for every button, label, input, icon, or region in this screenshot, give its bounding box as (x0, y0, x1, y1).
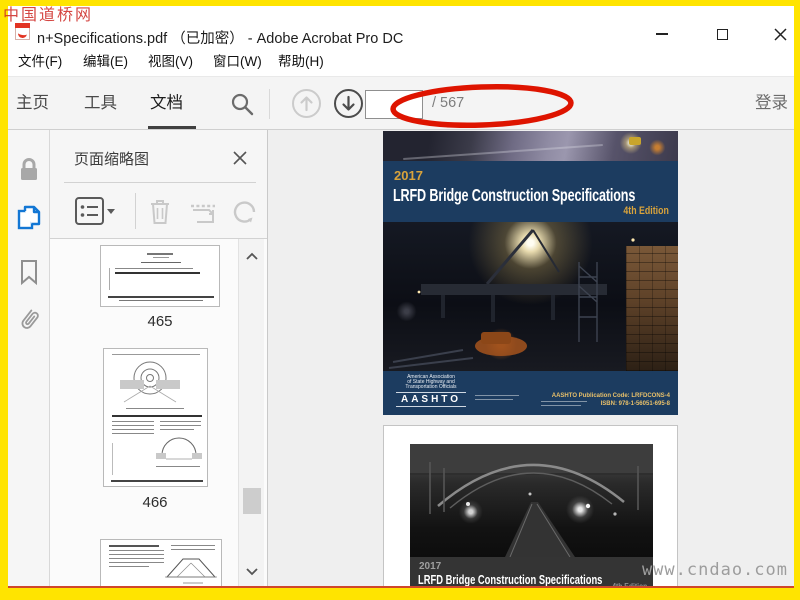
options-menu-icon (75, 197, 115, 225)
cover-year: 2017 (394, 168, 423, 183)
toolbar: 主页 工具 文档 / 567 登录 (8, 76, 794, 130)
menu-edit[interactable]: 编辑(E) (79, 50, 132, 76)
next-page-button[interactable] (333, 88, 364, 124)
panel-toolbar (50, 183, 267, 238)
acrobat-window: n+Specifications.pdf （已加密） - Adobe Acrob… (8, 6, 794, 588)
thumbnail-label: 466 (142, 494, 168, 511)
close-icon (773, 27, 787, 41)
thumbnail-scrollbar[interactable] (238, 239, 264, 586)
lock-icon (21, 158, 37, 180)
embankment-diagram (165, 558, 217, 584)
arrow-down-icon (334, 89, 363, 118)
culvert-diagram (120, 361, 180, 403)
thumbnail-page-466[interactable] (103, 348, 208, 487)
toolbar-separator (269, 89, 270, 119)
search-icon (231, 93, 254, 116)
bookmarks-panel-button[interactable] (8, 250, 50, 294)
extract-pages-icon (191, 204, 215, 223)
content-area: 页面缩略图 465 466 2017 LRFD Bridge Construct… (8, 130, 794, 588)
sign-in-link[interactable]: 登录 (751, 77, 792, 130)
thumbnail-list: 465 466 (50, 239, 267, 586)
cover-title: LRFD Bridge Construction Specifications (393, 185, 636, 205)
arrow-up-icon (292, 89, 321, 118)
page-thumbnails-panel-button[interactable] (8, 196, 50, 240)
paperclip-icon (21, 309, 39, 329)
menu-window[interactable]: 窗口(W) (209, 50, 266, 76)
previous-page-button[interactable] (291, 88, 322, 124)
back-cover-title: LRFD Bridge Construction Specifications (418, 573, 603, 587)
close-button[interactable] (767, 24, 793, 44)
thumbnail-options-button[interactable] (74, 196, 116, 231)
document-page-cover[interactable]: 2017 LRFD Bridge Construction Specificat… (383, 131, 678, 415)
thumbnail-page-467[interactable] (100, 539, 222, 586)
tab-tools[interactable]: 工具 (84, 77, 117, 130)
attachments-panel-button[interactable] (8, 298, 50, 342)
bookmark-icon (21, 260, 37, 286)
back-cover-edition: 4th Edition (611, 582, 647, 588)
acrobat-pdf-icon (15, 23, 30, 40)
panel-close-button[interactable] (230, 148, 250, 168)
page-number-input[interactable] (365, 90, 423, 119)
chevron-down-icon (246, 567, 258, 575)
security-panel-button[interactable] (8, 148, 50, 192)
stone-wall (626, 246, 678, 371)
back-cover-photo (410, 444, 653, 557)
cover-edition: 4th Edition (623, 205, 669, 217)
menu-help[interactable]: 帮助(H) (274, 50, 328, 76)
panel-title: 页面缩略图 (74, 151, 150, 168)
page-thumbnails-icon (17, 205, 41, 230)
cover-footer-band: American Association of State Highway an… (383, 371, 678, 415)
menu-file[interactable]: 文件(F) (14, 50, 66, 76)
tab-document[interactable]: 文档 (150, 77, 183, 130)
title-bar: n+Specifications.pdf （已加密） - Adobe Acrob… (8, 6, 794, 50)
cover-title-band: 2017 LRFD Bridge Construction Specificat… (383, 161, 678, 222)
back-cover-year: 2017 (419, 561, 442, 572)
scroll-up-button[interactable] (243, 247, 261, 265)
rotate-ccw-icon (233, 201, 256, 223)
active-tab-underline (148, 126, 196, 129)
cover-top-photo (383, 131, 678, 161)
delete-pages-button[interactable] (146, 196, 174, 231)
search-button[interactable] (229, 91, 255, 122)
arch-bridge-silhouette (410, 444, 653, 557)
extract-pages-button[interactable] (188, 196, 218, 231)
back-cover-title-band: 2017 LRFD Bridge Construction Specificat… (410, 557, 653, 588)
thumbnail-label: 465 (147, 313, 173, 330)
left-nav-strip (8, 130, 50, 586)
cover-main-photo (383, 222, 678, 371)
trash-icon (151, 200, 169, 224)
chevron-up-icon (246, 252, 258, 260)
menu-bar: 文件(F) 编辑(E) 视图(V) 窗口(W) 帮助(H) (8, 50, 794, 76)
rotate-pages-button[interactable] (230, 196, 260, 231)
maximize-button[interactable] (709, 24, 735, 44)
menu-view[interactable]: 视图(V) (144, 50, 197, 76)
page-thumbnails-panel: 页面缩略图 465 466 (50, 130, 268, 586)
dome-diagram (156, 437, 202, 460)
tab-home[interactable]: 主页 (16, 77, 49, 130)
minimize-button[interactable] (649, 24, 675, 44)
publication-code: AASHTO Publication Code: LRFDCONS-4 (551, 393, 670, 399)
scrollbar-thumb[interactable] (243, 488, 261, 514)
panel-toolbar-separator (135, 193, 136, 229)
scroll-down-button[interactable] (243, 562, 261, 580)
watermark-bottom-right: www.cndao.com (641, 560, 788, 580)
document-view: 2017 LRFD Bridge Construction Specificat… (269, 130, 775, 588)
window-title: n+Specifications.pdf （已加密） - Adobe Acrob… (37, 31, 404, 47)
document-page-back-cover[interactable]: 2017 LRFD Bridge Construction Specificat… (383, 425, 678, 588)
isbn: ISBN: 978-1-56051-695-8 (600, 401, 670, 407)
page-total-label: / 567 (432, 95, 465, 111)
aashto-logo: AASHTO (396, 392, 466, 407)
thumbnail-page-465[interactable] (100, 245, 220, 307)
close-icon (233, 151, 247, 165)
watermark-top-left: 中国道桥网 (3, 7, 94, 24)
association-line: Transportation Officials (405, 384, 457, 390)
